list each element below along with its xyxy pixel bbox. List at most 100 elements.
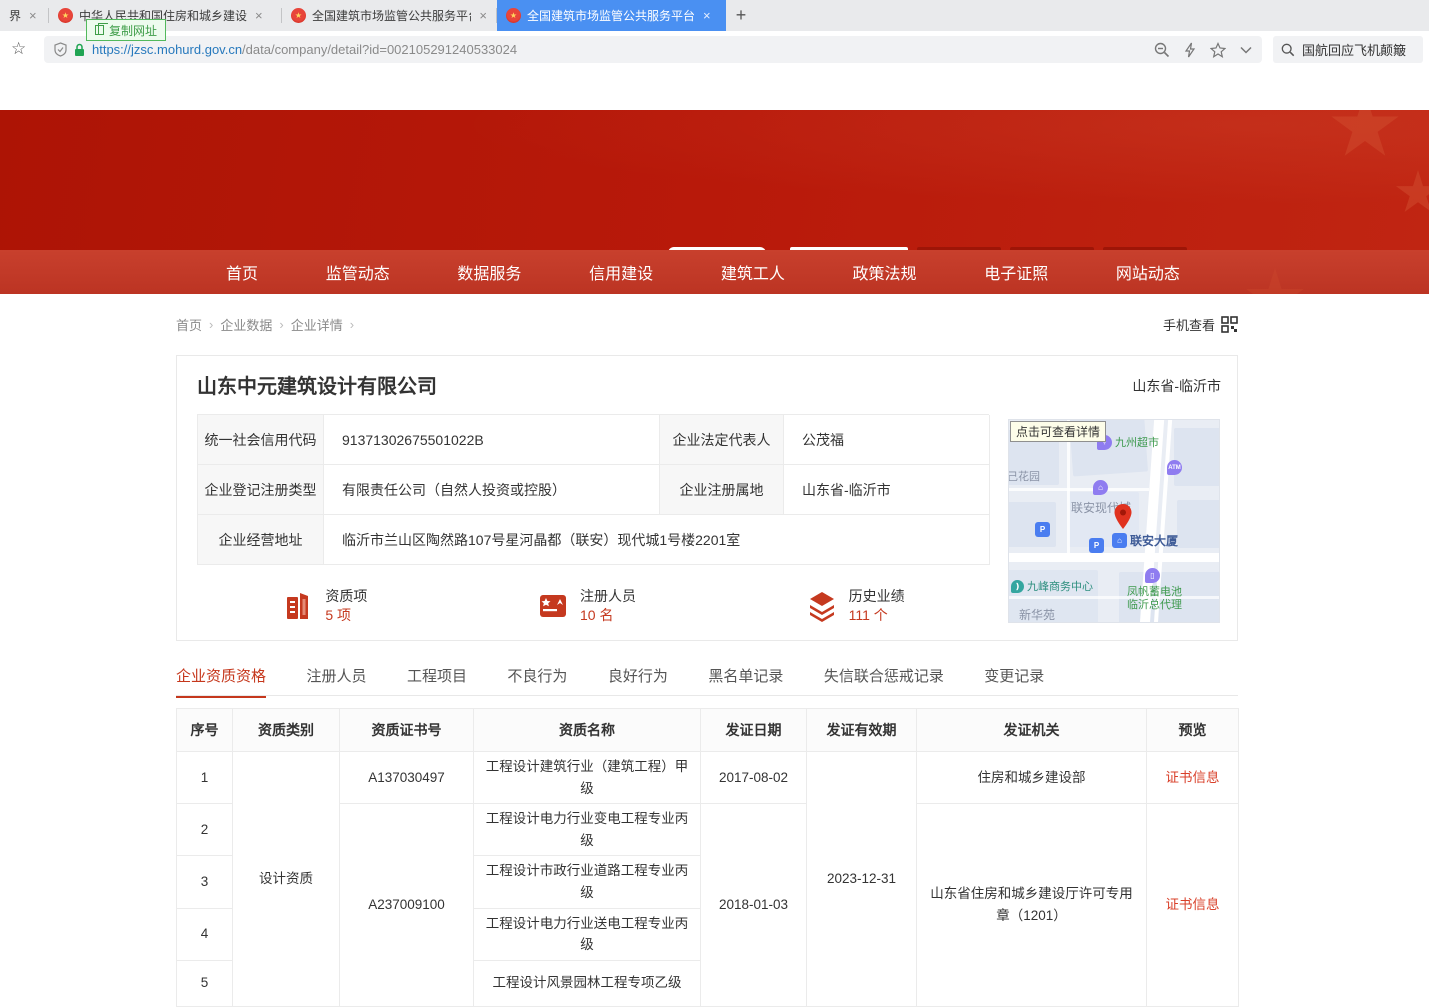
shield-icon[interactable] bbox=[54, 42, 67, 57]
cell-issuer: 山东省住房和城乡建设厅许可专用章（1201） bbox=[917, 804, 1147, 1007]
field-label: 企业经营地址 bbox=[198, 515, 324, 565]
tab-projects[interactable]: 工程项目 bbox=[407, 665, 467, 696]
flag-star-decoration bbox=[1330, 110, 1400, 162]
tab-qualifications[interactable]: 企业资质资格 bbox=[176, 665, 266, 698]
nav-item-home[interactable]: 首页 bbox=[226, 260, 258, 284]
url-domain: https://jzsc.mohurd.gov.cn bbox=[92, 42, 242, 57]
tab-change-records[interactable]: 变更记录 bbox=[984, 665, 1044, 696]
copy-tooltip-label: 复制网址 bbox=[109, 22, 157, 39]
cell-index: 1 bbox=[177, 752, 233, 804]
cell-category: 设计资质 bbox=[233, 752, 340, 1007]
tab-close-icon[interactable]: × bbox=[479, 8, 487, 23]
col-header-index: 序号 bbox=[177, 709, 233, 752]
cell-cert-no: A237009100 bbox=[340, 804, 474, 1007]
tab-close-icon[interactable]: × bbox=[703, 8, 711, 23]
company-region: 山东省-临沂市 bbox=[1132, 376, 1221, 396]
zoom-out-icon[interactable] bbox=[1154, 42, 1170, 58]
certificate-info-link[interactable]: 证书信息 bbox=[1166, 770, 1220, 785]
map-road bbox=[1009, 596, 1220, 599]
tab-close-icon[interactable]: × bbox=[29, 8, 37, 23]
cell-qual-name: 工程设计风景园林工程专项乙级 bbox=[474, 960, 701, 1006]
https-lock-icon bbox=[74, 43, 85, 57]
browser-tab-partial[interactable]: 界 × bbox=[0, 0, 48, 31]
cell-issue-date: 2017-08-02 bbox=[701, 752, 807, 804]
address-bar[interactable]: https://jzsc.mohurd.gov.cn/data/company/… bbox=[44, 36, 1262, 63]
map-poi-business-center: ❫九峰商务中心 bbox=[1011, 578, 1093, 594]
map-poi-battery-icon: ▯ bbox=[1145, 568, 1160, 583]
nav-item-policy[interactable]: 政策法规 bbox=[853, 260, 917, 284]
nav-item-site-news[interactable]: 网站动态 bbox=[1116, 260, 1180, 284]
browser-url-bar: ☆ https://jzsc.mohurd.gov.cn/data/compan… bbox=[0, 31, 1429, 67]
tab-bad-behavior[interactable]: 不良行为 bbox=[507, 665, 567, 696]
tab-registered-personnel[interactable]: 注册人员 bbox=[306, 665, 366, 696]
table-row: 1 设计资质 A137030497 工程设计建筑行业（建筑工程）甲级 2017-… bbox=[177, 752, 1239, 804]
nav-item-credit[interactable]: 信用建设 bbox=[589, 260, 653, 284]
mobile-view-label: 手机查看 bbox=[1163, 315, 1215, 334]
field-label: 统一社会信用代码 bbox=[198, 415, 324, 465]
cell-index: 3 bbox=[177, 856, 233, 908]
tab-title: 全国建筑市场监管公共服务平台 bbox=[527, 7, 695, 24]
map-poi-atm: ATM bbox=[1167, 460, 1182, 475]
company-detail-tabs: 企业资质资格 注册人员 工程项目 不良行为 良好行为 黑名单记录 失信联合惩戒记… bbox=[176, 665, 1238, 696]
map-block bbox=[1174, 428, 1220, 486]
field-label: 企业法定代表人 bbox=[660, 415, 784, 465]
stat-value: 111 个 bbox=[849, 606, 905, 625]
favorite-star-icon[interactable] bbox=[1210, 42, 1226, 58]
certificate-info-link[interactable]: 证书信息 bbox=[1166, 897, 1220, 912]
company-name: 山东中元建筑设计有限公司 bbox=[197, 370, 437, 399]
cell-issuer: 住房和城乡建设部 bbox=[917, 752, 1147, 804]
cell-index: 5 bbox=[177, 960, 233, 1006]
breadcrumb-separator-icon: › bbox=[350, 317, 354, 332]
tab-dishonesty-records[interactable]: 失信联合惩戒记录 bbox=[824, 665, 944, 696]
chevron-down-icon[interactable] bbox=[1240, 46, 1252, 54]
url-text: https://jzsc.mohurd.gov.cn/data/company/… bbox=[92, 42, 517, 57]
new-tab-button[interactable]: + bbox=[726, 0, 756, 31]
stat-qualifications: 资质项 5 项 bbox=[281, 587, 367, 625]
copy-url-tooltip: 复制网址 bbox=[86, 19, 166, 41]
cell-qual-name: 工程设计建筑行业（建筑工程）甲级 bbox=[474, 752, 701, 804]
company-location-map[interactable]: 点击可查看详情 ♆九州超市 ATM 己花园 ⌂ 联安现代城 ⌂联安大厦 P P … bbox=[1008, 419, 1220, 623]
breadcrumb: 首页 › 企业数据 › 企业详情 › 手机查看 bbox=[176, 314, 1238, 334]
cell-qual-name: 工程设计电力行业变电工程专业丙级 bbox=[474, 804, 701, 856]
browser-tab-active[interactable]: ★ 全国建筑市场监管公共服务平台 × bbox=[497, 0, 726, 31]
nav-item-e-license[interactable]: 电子证照 bbox=[984, 260, 1048, 284]
browser-tab-jzsc[interactable]: ★ 全国建筑市场监管公共服务平台 × bbox=[282, 0, 496, 31]
flag-star-decoration bbox=[1395, 170, 1429, 216]
reg-type-value: 有限责任公司（自然人投资或控股） bbox=[324, 465, 660, 515]
search-icon bbox=[1281, 43, 1295, 57]
breadcrumb-company-data[interactable]: 企业数据 bbox=[220, 315, 272, 334]
quick-search-box[interactable]: 国航回应飞机颠簸 bbox=[1273, 36, 1423, 63]
map-block bbox=[1177, 500, 1220, 548]
mobile-view-link[interactable]: 手机查看 bbox=[1163, 315, 1238, 334]
cell-qual-name: 工程设计市政行业道路工程专业丙级 bbox=[474, 856, 701, 908]
nav-item-workers[interactable]: 建筑工人 bbox=[721, 260, 785, 284]
bookmark-star-icon[interactable]: ☆ bbox=[11, 39, 26, 59]
tab-good-behavior[interactable]: 良好行为 bbox=[608, 665, 668, 696]
map-road bbox=[1009, 488, 1149, 491]
site-favicon-icon: ★ bbox=[58, 8, 73, 23]
col-header-category: 资质类别 bbox=[233, 709, 340, 752]
lightning-icon[interactable] bbox=[1184, 42, 1196, 58]
site-main-nav: 首页 监管动态 数据服务 信用建设 建筑工人 政策法规 电子证照 网站动态 bbox=[0, 250, 1429, 294]
nav-item-supervision[interactable]: 监管动态 bbox=[326, 260, 390, 284]
stat-label: 历史业绩 bbox=[849, 587, 905, 606]
field-label: 企业登记注册类型 bbox=[198, 465, 324, 515]
layers-icon bbox=[805, 589, 839, 623]
cell-issue-date: 2018-01-03 bbox=[701, 804, 807, 1007]
map-road bbox=[1009, 553, 1220, 562]
nav-item-data-service[interactable]: 数据服务 bbox=[457, 260, 521, 284]
col-header-preview: 预览 bbox=[1147, 709, 1239, 752]
site-favicon-icon: ★ bbox=[291, 8, 306, 23]
building-icon bbox=[281, 589, 315, 623]
address-bar-actions bbox=[1154, 42, 1252, 58]
site-favicon-icon: ★ bbox=[506, 8, 521, 23]
tab-blacklist[interactable]: 黑名单记录 bbox=[708, 665, 783, 696]
col-header-cert-no: 资质证书号 bbox=[340, 709, 474, 752]
col-header-validity: 发证有效期 bbox=[807, 709, 917, 752]
tab-close-icon[interactable]: × bbox=[255, 8, 263, 23]
copy-icon bbox=[95, 25, 104, 35]
col-header-issue-date: 发证日期 bbox=[701, 709, 807, 752]
breadcrumb-home[interactable]: 首页 bbox=[176, 315, 202, 334]
map-poi-supermarket: ♆九州超市 bbox=[1097, 434, 1159, 450]
table-header-row: 序号 资质类别 资质证书号 资质名称 发证日期 发证有效期 发证机关 预览 bbox=[177, 709, 1239, 752]
